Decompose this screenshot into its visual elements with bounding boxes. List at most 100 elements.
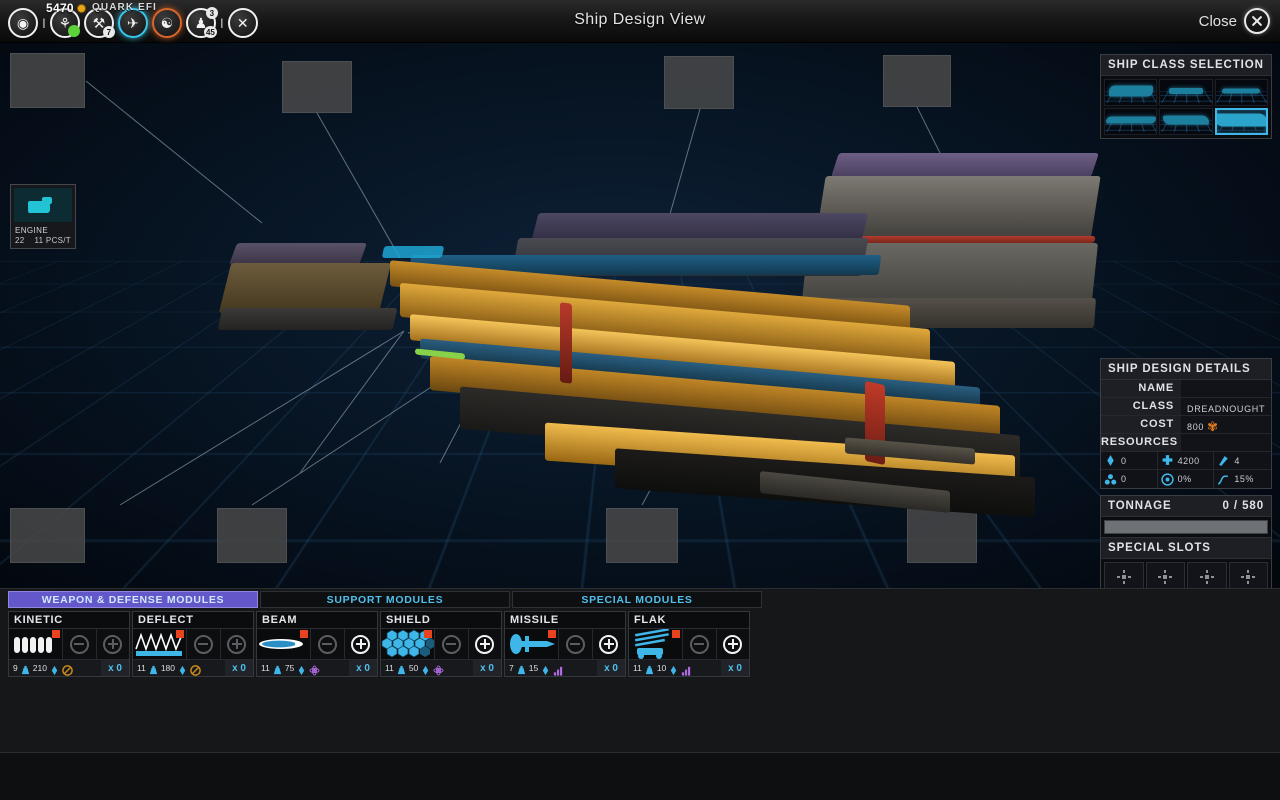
engine-module-card[interactable]: ENGINE 22 11 PCS/T <box>10 184 76 249</box>
deflect-power-value: 180 <box>160 663 176 673</box>
detail-row-cost: COST 800 <box>1101 416 1271 434</box>
ship-class-2[interactable] <box>1159 79 1213 106</box>
tab-special-modules[interactable]: SPECIAL MODULES <box>512 591 762 608</box>
radar-icon <box>1217 454 1230 467</box>
module-title-shield: SHIELD <box>381 612 501 629</box>
manpower-icon <box>1104 454 1117 467</box>
engine-card-name: ENGINE <box>15 226 49 235</box>
flak-weight-value: 11 <box>633 663 642 673</box>
minus-icon <box>441 634 461 654</box>
detail-label-class: CLASS <box>1101 398 1181 415</box>
kinetic-decrement-button[interactable] <box>63 629 97 659</box>
deflect-wave-icon[interactable] <box>133 629 187 659</box>
health-icon <box>1161 454 1174 467</box>
module-title-missile: MISSILE <box>505 612 625 629</box>
manpower-icon <box>49 663 60 675</box>
page-title: Ship Design View <box>574 11 706 28</box>
strategic-flag-icon <box>176 630 184 638</box>
close-circle-icon <box>1244 8 1270 34</box>
close-button[interactable]: Close <box>1199 8 1270 34</box>
manpower-icon <box>540 663 551 675</box>
ship-model[interactable] <box>215 143 1101 533</box>
detail-row-name: NAME <box>1101 380 1271 398</box>
resource-health: 4200 <box>1157 452 1215 470</box>
beam-increment-button[interactable] <box>345 629 378 659</box>
deflect-increment-button[interactable] <box>221 629 254 659</box>
strategic-flag-icon <box>548 630 556 638</box>
beam-icon[interactable] <box>257 629 311 659</box>
engine-card-rate: 11 PCS/T <box>34 236 71 245</box>
resource-health-value: 4200 <box>1177 455 1200 466</box>
slot-icon <box>1199 570 1214 584</box>
detail-value-name[interactable] <box>1181 380 1271 397</box>
shield-hex-icon[interactable] <box>381 629 435 659</box>
plus-icon <box>475 634 495 654</box>
tab-weapon-defense-modules[interactable]: WEAPON & DEFENSE MODULES <box>8 591 258 608</box>
beam-decrement-button[interactable] <box>311 629 345 659</box>
flak-icon[interactable] <box>629 629 683 659</box>
slot-icon <box>1116 570 1131 584</box>
ship-design-details-panel: SHIP DESIGN DETAILS NAME CLASS DREADNOUG… <box>1100 358 1272 489</box>
minus-icon <box>193 634 213 654</box>
detail-label-resources: RESOURCES <box>1101 434 1181 451</box>
strategic-flag-icon <box>300 630 308 638</box>
manpower-icon <box>177 663 188 675</box>
ship-class-4[interactable] <box>1104 108 1158 135</box>
plus-icon <box>103 634 123 654</box>
ship-3d-viewport[interactable]: ENGINE 22 11 PCS/T <box>0 43 1280 588</box>
kinetic-bullets-icon[interactable] <box>9 629 63 659</box>
resource-target-value: 0% <box>1177 474 1192 484</box>
missile-decrement-button[interactable] <box>559 629 593 659</box>
beam-count: x 0 <box>349 660 377 676</box>
module-card-shield: SHIELD 11 50 x 0 <box>380 611 502 677</box>
ship-class-grid <box>1101 76 1271 138</box>
missile-weight-value: 7 <box>509 663 514 673</box>
flak-increment-button[interactable] <box>717 629 750 659</box>
weight-icon <box>20 663 31 674</box>
weight-icon <box>396 663 407 674</box>
deflect-decrement-button[interactable] <box>187 629 221 659</box>
ship-class-selection-title: SHIP CLASS SELECTION <box>1101 55 1271 76</box>
plus-icon <box>599 634 619 654</box>
module-title-beam: BEAM <box>257 612 377 629</box>
special-slots-title: SPECIAL SLOTS <box>1101 537 1271 559</box>
deflect-weight-value: 11 <box>137 663 146 673</box>
shield-increment-button[interactable] <box>469 629 502 659</box>
tonnage-header: TONNAGE 0 / 580 <box>1101 496 1271 517</box>
ship-class-5[interactable] <box>1159 108 1213 135</box>
strategic-flag-icon <box>424 630 432 638</box>
close-label: Close <box>1198 12 1237 30</box>
ship-design-view-screen: ◉ I ⚘ ⚒ 7 ✈ ☯ ♟ 45 3 I ✕ 5470 QUARK EFI … <box>0 0 1280 800</box>
module-card-deflect: DEFLECT 11 180 x 0 <box>132 611 254 677</box>
industry-cog-icon <box>1207 421 1218 432</box>
shield-count: x 0 <box>473 660 501 676</box>
kinetic-increment-button[interactable] <box>97 629 130 659</box>
module-card-missile: MISSILE 7 15 x 0 <box>504 611 626 677</box>
atom-icon <box>433 663 444 676</box>
weight-icon <box>148 663 159 674</box>
shield-weight-value: 11 <box>385 663 394 673</box>
manpower-icon <box>296 663 307 675</box>
minus-icon <box>689 634 709 654</box>
module-tabs: WEAPON & DEFENSE MODULES SUPPORT MODULES… <box>0 589 1280 608</box>
ship-class-1[interactable] <box>1104 79 1158 106</box>
tonnage-panel: TONNAGE 0 / 580 SPECIAL SLOTS <box>1100 495 1272 596</box>
missile-icon[interactable] <box>505 629 559 659</box>
ship-class-3[interactable] <box>1214 79 1268 106</box>
flak-decrement-button[interactable] <box>683 629 717 659</box>
missile-increment-button[interactable] <box>593 629 626 659</box>
deflect-count: x 0 <box>225 660 253 676</box>
detail-label-cost: COST <box>1101 416 1181 433</box>
flak-count: x 0 <box>721 660 749 676</box>
atom-icon <box>309 663 320 676</box>
detail-row-resources: RESOURCES <box>1101 434 1271 452</box>
resource-trend-value: 15% <box>1234 474 1254 484</box>
strategic-flag-icon <box>672 630 680 638</box>
tab-support-modules[interactable]: SUPPORT MODULES <box>260 591 510 608</box>
resource-manpower: 0 <box>1101 452 1158 470</box>
shield-decrement-button[interactable] <box>435 629 469 659</box>
tonnage-value: 0 / 580 <box>1222 500 1264 512</box>
plus-icon <box>227 634 247 654</box>
plus-icon <box>351 634 371 654</box>
ship-class-6[interactable] <box>1214 108 1268 135</box>
